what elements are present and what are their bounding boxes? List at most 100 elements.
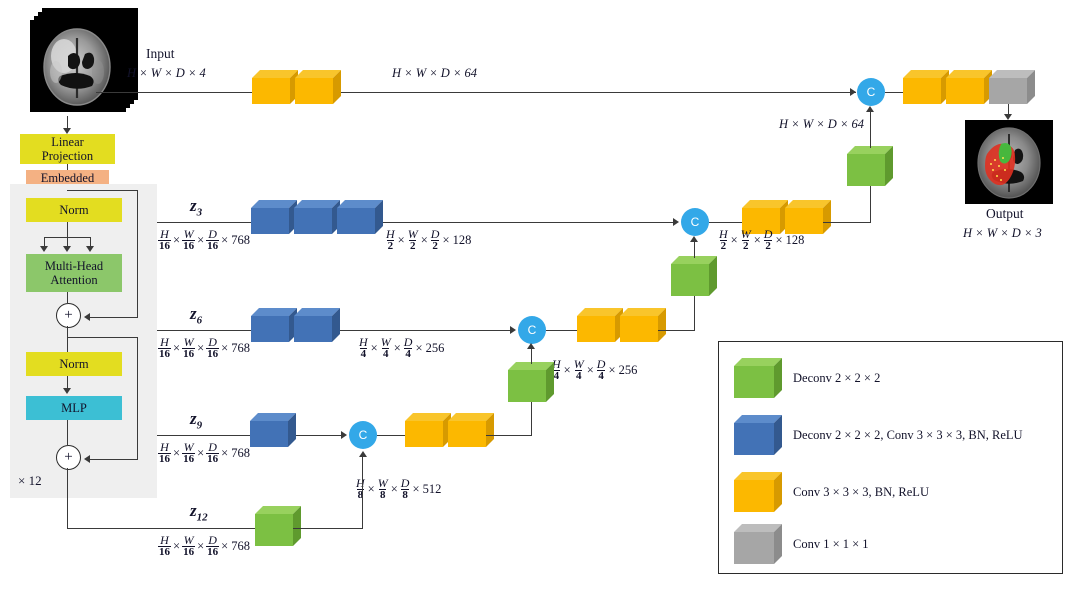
wire-input-main bbox=[96, 92, 856, 93]
wire-dec8-right bbox=[486, 435, 532, 436]
concat-node-z9: C bbox=[349, 421, 377, 449]
wire-add1-down bbox=[67, 326, 68, 352]
conv-block-dec4-2 bbox=[620, 308, 666, 342]
z12-subscript: 12 bbox=[196, 511, 208, 524]
wire-concat-z3-to-conv bbox=[709, 222, 743, 223]
arrow-into-top-concat bbox=[850, 88, 856, 96]
legend-label-0: Deconv 2 × 2 × 2 bbox=[793, 371, 881, 385]
conv-1x1x1-block bbox=[989, 70, 1035, 104]
wire-dec4-up bbox=[694, 296, 695, 331]
residual-add-2: + bbox=[56, 445, 81, 470]
linear-projection-label-line2: Projection bbox=[41, 149, 94, 163]
brain-mri-input-slice bbox=[30, 20, 126, 112]
concat-label-top: C bbox=[866, 85, 876, 99]
arrow-mha-v bbox=[86, 246, 94, 252]
input-dims: H × W × D × 4 bbox=[127, 66, 206, 80]
wire-concat-z9-to-conv bbox=[377, 435, 406, 436]
conv-block-dec8-2 bbox=[448, 413, 494, 447]
arrow-z3-to-concat bbox=[673, 218, 679, 226]
wire-dec8-up bbox=[531, 401, 532, 436]
plus-symbol-1: + bbox=[64, 307, 73, 323]
z12-input-dims: H 16 × W 16 × D 16 × 768 bbox=[158, 533, 251, 558]
z6-subscript: 6 bbox=[196, 314, 203, 327]
conv-block-input-1 bbox=[252, 70, 298, 104]
deconv-block-level3 bbox=[508, 362, 554, 402]
multi-head-attention-box: Multi-Head Attention bbox=[26, 254, 122, 292]
legend-swatch-blue bbox=[734, 415, 782, 455]
deconv-block-level2 bbox=[671, 256, 717, 296]
input-label: Input bbox=[146, 46, 175, 61]
arrow-z12-to-concat bbox=[359, 451, 367, 457]
deconv-conv-block-z3-1 bbox=[251, 200, 297, 234]
norm-2-box: Norm bbox=[26, 352, 122, 376]
wire-mha-to-add1 bbox=[67, 292, 68, 303]
legend-label-2: Conv 3 × 3 × 3, BN, ReLU bbox=[793, 485, 929, 499]
wire-z12-up-to-concat bbox=[362, 455, 363, 529]
wire-dec2-right bbox=[823, 222, 871, 223]
transformer-repeat-label: × 12 bbox=[18, 473, 42, 488]
arrow-deconv-level3-to-concat bbox=[527, 343, 535, 349]
arrow-residual1-into-add bbox=[84, 313, 90, 321]
conv-block-dec4-1 bbox=[577, 308, 623, 342]
z3-subscript: 3 bbox=[196, 206, 203, 219]
arrow-norm2-to-mlp bbox=[63, 388, 71, 394]
arrow-deconv-level2-to-concat bbox=[690, 236, 698, 242]
wire-mlp-to-add2 bbox=[67, 420, 68, 445]
dec4-dims: H 4 × W 4 × D 4 × 256 bbox=[552, 357, 638, 382]
plus-symbol-2: + bbox=[64, 449, 73, 465]
concat-label-z3: C bbox=[690, 215, 700, 229]
legend-swatch-gray bbox=[734, 524, 782, 564]
concat-node-top: C bbox=[857, 78, 885, 106]
linear-projection-box: Linear Projection bbox=[20, 134, 115, 164]
wire-concat-z6-to-conv bbox=[546, 330, 578, 331]
mlp-box: MLP bbox=[26, 396, 122, 420]
legend-label-3: Conv 1 × 1 × 1 bbox=[793, 537, 869, 551]
wire-top-concat-to-conv bbox=[885, 92, 904, 93]
z6-output-dims: H 4 × W 4 × D 4 × 256 bbox=[359, 335, 445, 360]
deconv-conv-block-z6-1 bbox=[251, 308, 297, 342]
arrow-mha-q bbox=[40, 246, 48, 252]
z12-label: z12 bbox=[190, 501, 208, 523]
output-dims: H × W × D × 3 bbox=[963, 226, 1042, 240]
residual-add-1: + bbox=[56, 303, 81, 328]
deconv-conv-block-z6-2 bbox=[294, 308, 340, 342]
arrow-mha-k bbox=[63, 246, 71, 252]
linear-projection-label-line1: Linear bbox=[51, 135, 84, 149]
arrow-residual2-into-add bbox=[84, 455, 90, 463]
deconv-block-z12 bbox=[255, 506, 301, 546]
wire-z12-right bbox=[293, 528, 363, 529]
wire-residual2-right bbox=[137, 337, 138, 459]
z6-label: z6 bbox=[190, 304, 202, 326]
wire-z12-out bbox=[67, 528, 259, 529]
wire-add2-down bbox=[67, 468, 68, 529]
arrow-z9-to-concat bbox=[341, 431, 347, 439]
z9-label: z9 bbox=[190, 409, 202, 431]
z6-input-dims: H 16 × W 16 × D 16 × 768 bbox=[158, 335, 251, 360]
legend-swatch-green bbox=[734, 358, 782, 398]
embedded-patches-label-line1: Embedded bbox=[40, 171, 95, 185]
wire-norm1-down bbox=[67, 222, 68, 237]
wire-residual1-bottom bbox=[90, 317, 138, 318]
conv-block-out-2 bbox=[946, 70, 992, 104]
concat-label-z9: C bbox=[358, 428, 368, 442]
arrow-deconv-top-to-concat bbox=[866, 106, 874, 112]
dec8-dims: H 8 × W 8 × D 8 × 512 bbox=[356, 476, 442, 501]
wire-deconv-top-to-concat bbox=[870, 110, 871, 148]
deconv-conv-block-z3-3 bbox=[337, 200, 383, 234]
z3-input-dims: H 16 × W 16 × D 16 × 768 bbox=[158, 227, 251, 252]
z6-letter: z bbox=[190, 304, 197, 323]
deconv-conv-block-z3-2 bbox=[294, 200, 340, 234]
conv-block-out-1 bbox=[903, 70, 949, 104]
dec2-dims: H 2 × W 2 × D 2 × 128 bbox=[719, 227, 805, 252]
wire-residual1-right bbox=[137, 190, 138, 317]
norm-1-box: Norm bbox=[26, 198, 122, 222]
legend-label-1: Deconv 2 × 2 × 2, Conv 3 × 3 × 3, BN, Re… bbox=[793, 428, 1023, 442]
attention-label-line1: Multi-Head bbox=[44, 259, 104, 273]
deconv-conv-block-z9-1 bbox=[250, 413, 296, 447]
dec-64-dims: H × W × D × 64 bbox=[779, 117, 865, 131]
transformer-block-panel bbox=[10, 184, 157, 498]
attention-label-line2: Attention bbox=[50, 273, 98, 287]
z3-label: z3 bbox=[190, 196, 202, 218]
legend-swatch-yellow bbox=[734, 472, 782, 512]
arrow-z6-to-concat bbox=[510, 326, 516, 334]
